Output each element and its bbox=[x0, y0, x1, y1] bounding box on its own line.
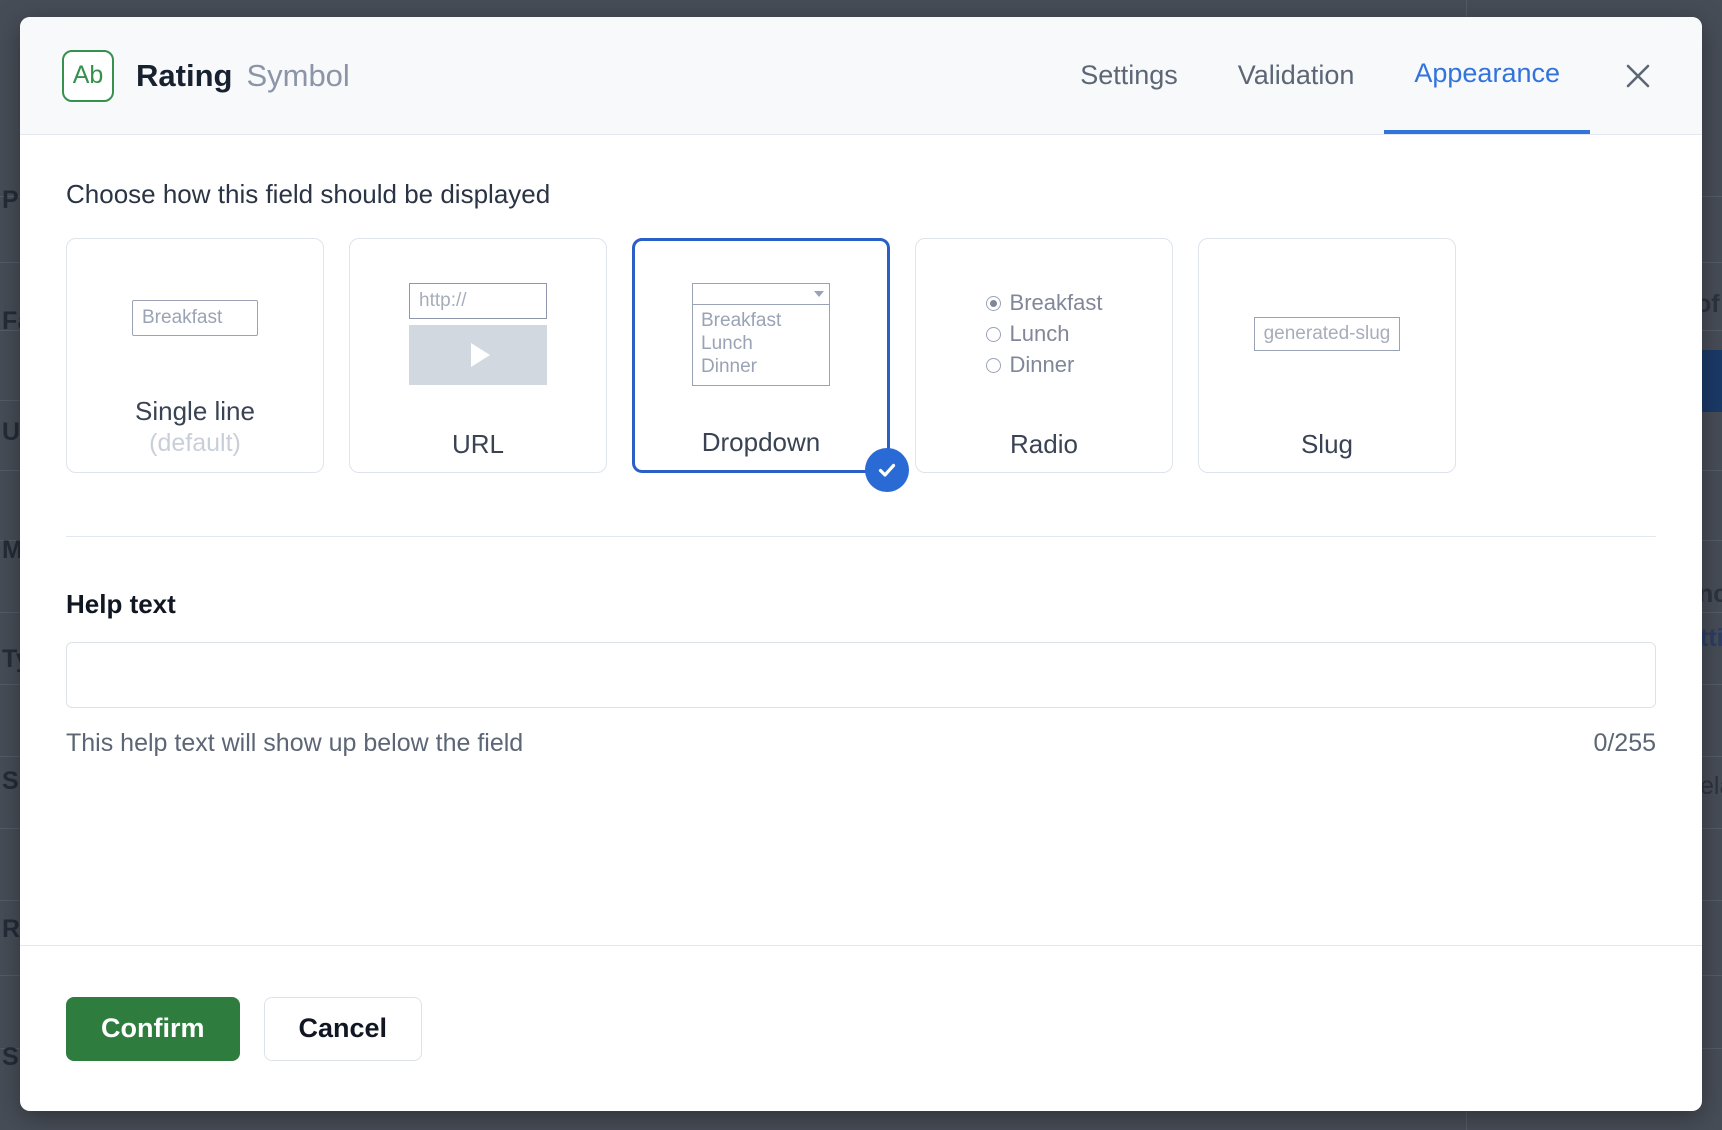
preview-dropdown-list: Breakfast Lunch Dinner bbox=[692, 304, 830, 386]
backdrop-label: U bbox=[2, 418, 21, 446]
tab-validation[interactable]: Validation bbox=[1208, 17, 1385, 134]
play-icon bbox=[470, 343, 490, 367]
option-card-slug[interactable]: generated-slug Slug bbox=[1198, 238, 1456, 473]
section-title: Choose how this field should be displaye… bbox=[66, 179, 551, 209]
option-label-url: URL bbox=[451, 429, 504, 459]
confirm-button[interactable]: Confirm bbox=[66, 996, 240, 1061]
backdrop-highlight-block bbox=[1700, 350, 1722, 412]
field-name: Rating bbox=[136, 57, 233, 93]
chevron-down-icon bbox=[814, 290, 824, 297]
backdrop-right-label: tti bbox=[1700, 624, 1722, 652]
preview-dropdown-item: Lunch bbox=[701, 332, 753, 354]
field-type-label: Symbol bbox=[246, 57, 350, 93]
option-card-url[interactable]: http:// URL bbox=[349, 238, 607, 473]
help-text-hint: This help text will show up below the fi… bbox=[66, 729, 524, 757]
preview-url: http:// bbox=[350, 239, 606, 429]
modal-title-group: Rating Symbol bbox=[136, 58, 350, 94]
option-sublabel-single-line: (default) bbox=[149, 429, 241, 457]
tab-settings[interactable]: Settings bbox=[1050, 17, 1208, 134]
option-label-dropdown: Dropdown bbox=[701, 427, 821, 457]
preview-dropdown-item: Dinner bbox=[701, 355, 757, 377]
preview-radio-row: Lunch bbox=[985, 321, 1103, 347]
modal-header: Ab Rating Symbol Settings Validation App… bbox=[20, 17, 1702, 135]
modal-footer: Confirm Cancel bbox=[20, 945, 1702, 1111]
preview-radio-label: Breakfast bbox=[1009, 290, 1103, 315]
preview-radio-row: Breakfast bbox=[985, 290, 1103, 316]
preview-video-box bbox=[409, 325, 547, 385]
preview-url-input: http:// bbox=[409, 283, 547, 319]
check-icon bbox=[865, 448, 909, 492]
field-appearance-modal: Ab Rating Symbol Settings Validation App… bbox=[20, 17, 1702, 1111]
preview-radio-row: Dinner bbox=[985, 352, 1103, 378]
radio-empty-icon bbox=[985, 357, 1001, 373]
appearance-options: Breakfast Single line (default) http:// … bbox=[66, 238, 1656, 492]
option-label-slug: Slug bbox=[1300, 429, 1354, 459]
help-text-input[interactable] bbox=[66, 642, 1656, 708]
preview-text-input: Breakfast bbox=[132, 299, 258, 336]
option-card-single-line[interactable]: Breakfast Single line (default) bbox=[66, 238, 324, 473]
preview-slug-input: generated-slug bbox=[1253, 317, 1401, 351]
backdrop-right-label: ela bbox=[1700, 772, 1722, 800]
preview-radio-label: Dinner bbox=[1009, 352, 1075, 377]
radio-empty-icon bbox=[985, 326, 1001, 342]
section-divider bbox=[66, 536, 1656, 537]
radio-selected-icon bbox=[985, 295, 1001, 311]
modal-tabs: Settings Validation Appearance bbox=[1050, 17, 1660, 134]
field-type-icon: Ab bbox=[62, 49, 114, 102]
modal-body: Choose how this field should be displaye… bbox=[20, 135, 1702, 945]
option-card-radio[interactable]: Breakfast Lunch Dinner Radio bbox=[915, 238, 1173, 473]
cancel-button[interactable]: Cancel bbox=[263, 996, 423, 1061]
preview-dropdown-head bbox=[692, 282, 830, 305]
preview-radio: Breakfast Lunch Dinner bbox=[916, 239, 1172, 429]
close-icon[interactable] bbox=[1616, 54, 1660, 98]
preview-dropdown-item: Breakfast bbox=[701, 309, 782, 331]
option-card-dropdown[interactable]: Breakfast Lunch Dinner Dropdown bbox=[632, 238, 909, 492]
option-label-single-line: Single line bbox=[135, 396, 255, 426]
preview-radio-label: Lunch bbox=[1009, 321, 1070, 346]
preview-slug: generated-slug bbox=[1199, 239, 1455, 429]
tab-appearance[interactable]: Appearance bbox=[1384, 17, 1590, 134]
preview-single-line: Breakfast bbox=[67, 239, 323, 396]
help-text-label: Help text bbox=[66, 589, 176, 619]
help-text-footer: This help text will show up below the fi… bbox=[66, 729, 1656, 758]
help-text-counter: 0/255 bbox=[1593, 729, 1656, 757]
option-label-radio: Radio bbox=[1010, 429, 1078, 459]
preview-dropdown: Breakfast Lunch Dinner bbox=[635, 241, 887, 427]
